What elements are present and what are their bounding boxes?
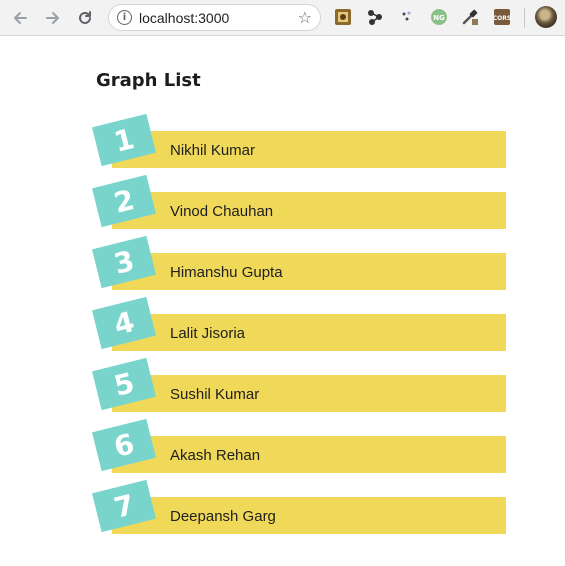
list-item-name: Sushil Kumar — [170, 386, 260, 403]
address-bar[interactable]: i localhost:3000 ☆ — [108, 4, 321, 31]
list-item-name: Himanshu Gupta — [170, 264, 283, 281]
forward-arrow-icon — [46, 12, 59, 24]
back-arrow-icon — [14, 12, 27, 24]
list-item: 1 Nikhil Kumar — [0, 113, 565, 176]
cors-extension-icon[interactable]: CORS — [493, 8, 511, 26]
list-item: 3 Himanshu Gupta — [0, 235, 565, 298]
ng-extension-icon[interactable]: NG — [430, 8, 448, 26]
page-title: Graph List — [96, 70, 201, 91]
dots-extension-icon[interactable] — [398, 8, 416, 26]
url-text[interactable]: localhost:3000 — [139, 10, 229, 26]
image-extension-icon[interactable] — [334, 8, 352, 26]
list-item: 7 Deepansh Garg — [0, 479, 565, 542]
eyedropper-extension-icon[interactable] — [461, 8, 479, 26]
svg-text:NG: NG — [433, 14, 445, 22]
reload-button[interactable] — [74, 7, 96, 29]
info-icon[interactable]: i — [117, 10, 132, 25]
share-nodes-icon[interactable] — [366, 8, 384, 26]
list-item: 6 Akash Rehan — [0, 418, 565, 481]
list-item: 2 Vinod Chauhan — [0, 174, 565, 237]
list-item-name: Lalit Jisoria — [170, 325, 246, 342]
browser-toolbar: i localhost:3000 ☆ NG CORS — [0, 0, 565, 36]
profile-avatar[interactable] — [535, 6, 557, 28]
list-item: 5 Sushil Kumar — [0, 357, 565, 420]
list-item: 4 Lalit Jisoria — [0, 296, 565, 359]
back-button[interactable] — [9, 7, 31, 29]
svg-text:CORS: CORS — [493, 15, 511, 22]
bookmark-star-icon[interactable]: ☆ — [298, 8, 312, 27]
forward-button[interactable] — [42, 7, 64, 29]
list-item-name: Nikhil Kumar — [170, 142, 256, 159]
toolbar-divider — [524, 8, 525, 28]
reload-icon — [79, 11, 91, 24]
list-item-name: Vinod Chauhan — [170, 203, 274, 220]
list-item-name: Deepansh Garg — [170, 508, 276, 525]
list-item-name: Akash Rehan — [170, 447, 261, 464]
